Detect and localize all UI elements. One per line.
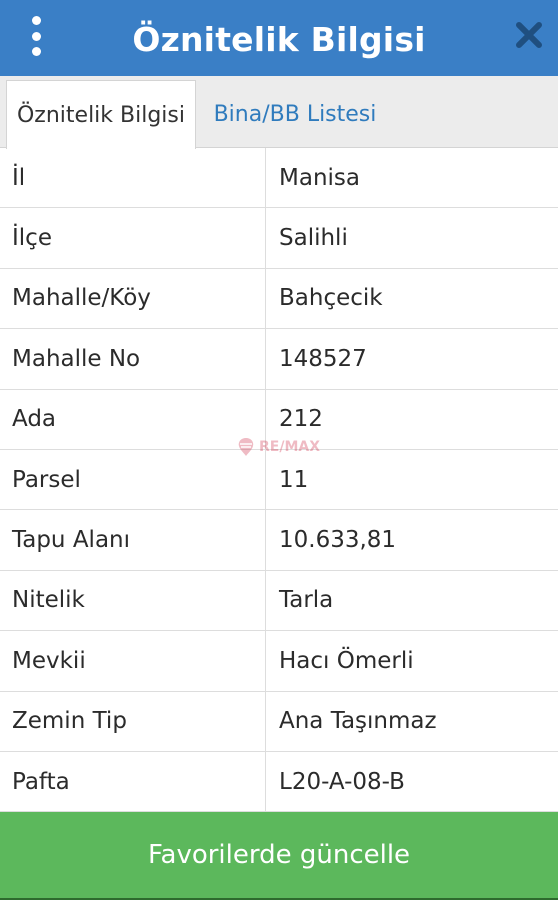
row-label: Pafta [0, 751, 266, 812]
table-row: Tapu Alanı 10.633,81 [0, 510, 558, 571]
row-value: Manisa [279, 164, 360, 191]
row-label: Mahalle/Köy [0, 268, 266, 329]
row-value: 212 [279, 406, 323, 433]
more-vertical-icon[interactable] [22, 16, 50, 56]
attribute-table: İl Manisa İlçe Salihli Mahalle/Köy Bahçe… [0, 148, 558, 813]
tab-bar: Öznitelik Bilgisi Bina/BB Listesi [0, 76, 558, 149]
tab-building-list[interactable]: Bina/BB Listesi [200, 80, 390, 148]
row-value: 11 [279, 466, 309, 493]
row-value: Ana Taşınmaz [279, 708, 437, 735]
header-bar: Öznitelik Bilgisi [0, 0, 558, 76]
table-row: Zemin Tip Ana Taşınmaz [0, 691, 558, 752]
row-value: Tarla [279, 587, 334, 614]
page-title: Öznitelik Bilgisi [132, 19, 426, 59]
row-value: Hacı Ömerli [279, 647, 414, 674]
table-row: İlçe Salihli [0, 208, 558, 269]
table-row: Mahalle/Köy Bahçecik [0, 268, 558, 330]
row-label: Tapu Alanı [0, 510, 266, 570]
table-row: Parsel 11 [0, 449, 558, 511]
row-label: Parsel [0, 449, 266, 510]
row-label: Nitelik [0, 570, 266, 631]
row-value: Salihli [279, 225, 348, 252]
update-favorites-button[interactable]: Favorilerde güncelle [0, 812, 558, 898]
row-value: Bahçecik [279, 285, 383, 312]
tab-attribute-info[interactable]: Öznitelik Bilgisi [6, 80, 196, 149]
row-value: L20-A-08-B [279, 768, 405, 795]
table-row: Mahalle No 148527 [0, 329, 558, 390]
row-label: Zemin Tip [0, 691, 266, 751]
table-row: Mevkii Hacı Ömerli [0, 631, 558, 692]
row-value: 148527 [279, 345, 367, 372]
row-label: Ada [0, 389, 266, 449]
table-row: Ada 212 [0, 389, 558, 450]
row-label: Mahalle No [0, 329, 266, 389]
row-label: Mevkii [0, 631, 266, 691]
table-row: Nitelik Tarla [0, 570, 558, 632]
row-label: İl [0, 148, 266, 208]
row-label: İlçe [0, 208, 266, 268]
row-value: 10.633,81 [279, 527, 397, 554]
table-row: İl Manisa [0, 148, 558, 209]
table-row: Pafta L20-A-08-B [0, 751, 558, 813]
close-icon[interactable] [514, 20, 544, 50]
